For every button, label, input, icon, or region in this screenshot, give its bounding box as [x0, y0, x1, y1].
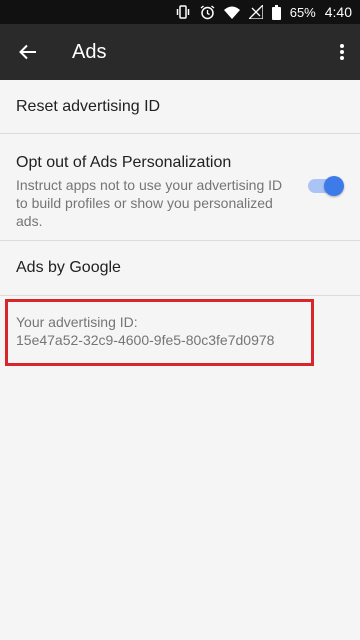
ads-by-google-label: Ads by Google	[16, 259, 121, 276]
reset-advertising-id-item[interactable]: Reset advertising ID	[0, 80, 360, 134]
signal-icon	[248, 5, 263, 19]
more-vert-icon[interactable]	[324, 24, 360, 80]
clock: 4:40	[324, 4, 352, 20]
page-title: Ads	[72, 40, 107, 63]
reset-advertising-id-label: Reset advertising ID	[16, 98, 161, 115]
alarm-icon	[200, 4, 215, 20]
opt-out-toggle[interactable]	[308, 176, 344, 196]
opt-out-title: Opt out of Ads Personalization	[16, 154, 232, 171]
wifi-icon	[223, 6, 240, 19]
ads-by-google-item[interactable]: Ads by Google	[0, 241, 360, 295]
highlight-box	[5, 299, 314, 366]
status-bar: 65% 4:40	[0, 0, 360, 24]
app-bar: Ads	[0, 24, 360, 80]
battery-icon	[271, 4, 281, 20]
opt-out-summary: Instruct apps not to use your advertisin…	[16, 177, 283, 229]
battery-percent: 65%	[289, 4, 316, 20]
arrow-back-icon[interactable]	[0, 24, 56, 80]
toggle-thumb	[324, 176, 344, 196]
vibrate-icon	[175, 5, 191, 19]
opt-out-personalization-item[interactable]: Opt out of Ads Personalization Instruct …	[0, 134, 360, 240]
